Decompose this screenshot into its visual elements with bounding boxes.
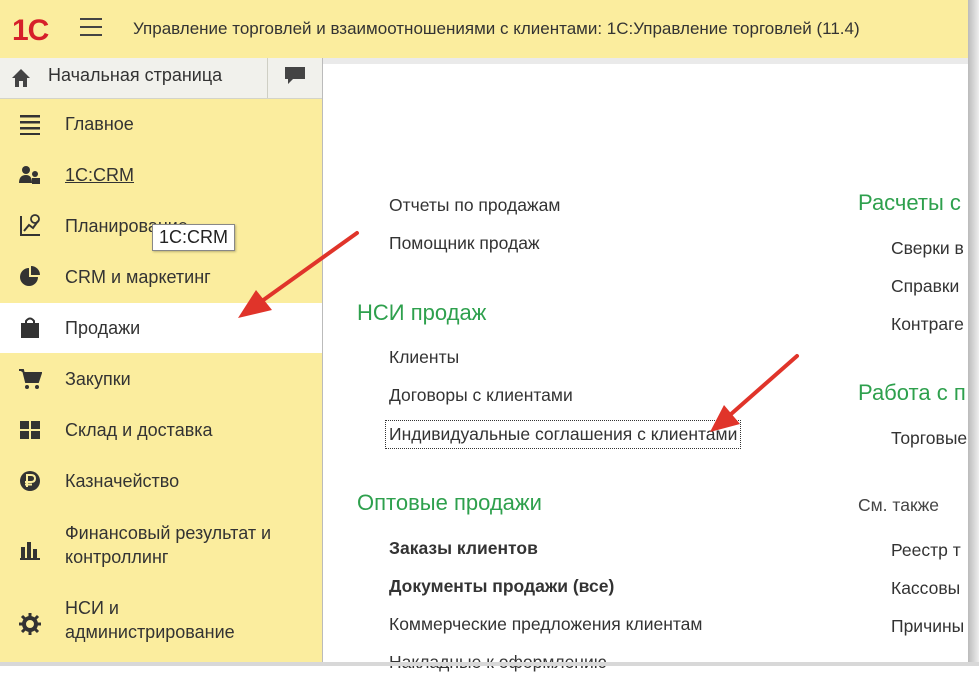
sidebar-item-label: Продажи — [65, 318, 141, 338]
sidebar: Главное 1C:CRM Планирование CRM и маркет… — [0, 99, 322, 666]
1c-logo[interactable]: 1С — [12, 14, 49, 48]
sidebar-item-label: CRM и маркетинг — [65, 267, 211, 287]
link-registry[interactable]: Реестр т — [891, 540, 961, 561]
home-icon[interactable] — [10, 67, 32, 89]
link-trade[interactable]: Торговые — [891, 428, 967, 449]
label-line-1: НСИ и — [65, 598, 119, 618]
title-bar: 1С Управление торговлей и взаимоотношени… — [0, 0, 968, 59]
sidebar-item-purchases[interactable]: Закупки — [0, 354, 322, 404]
link-client-orders[interactable]: Заказы клиентов — [389, 538, 538, 559]
see-also-label: См. также — [858, 495, 940, 515]
logo-text: 1С — [12, 14, 49, 47]
sidebar-item-label: Казначейство — [65, 471, 180, 491]
label-line-2: администрирование — [65, 622, 235, 642]
section-title-work-with: Работа с п — [858, 380, 966, 405]
link-client-contracts[interactable]: Договоры с клиентами — [389, 385, 573, 406]
link-sales-assistant[interactable]: Помощник продаж — [389, 233, 540, 254]
link-references[interactable]: Справки — [891, 276, 959, 297]
divider — [267, 58, 268, 98]
window-shadow-bottom — [0, 662, 979, 666]
gear-icon — [19, 613, 41, 635]
list-icon — [20, 115, 40, 135]
section-title-settlements: Расчеты с — [858, 190, 961, 215]
link-reasons[interactable]: Причины — [891, 616, 964, 637]
link-sales-reports[interactable]: Отчеты по продажам — [389, 195, 560, 216]
sidebar-item-crm-marketing[interactable]: CRM и маркетинг — [0, 252, 322, 302]
tab-strip — [323, 58, 969, 64]
section-title-nsi-sales: НСИ продаж — [357, 300, 487, 325]
planning-icon — [20, 214, 40, 236]
sidebar-item-label: 1C:CRM — [65, 165, 135, 185]
main-panel: Отчеты по продажам Помощник продаж НСИ п… — [322, 58, 969, 672]
link-clients[interactable]: Клиенты — [389, 347, 459, 368]
pie-chart-icon — [20, 266, 40, 286]
link-individual-agreements[interactable]: Индивидуальные соглашения с клиентами — [384, 420, 742, 449]
cart-icon — [19, 369, 42, 389]
sidebar-item-financial-result[interactable]: Финансовый результат и контроллинг — [0, 519, 322, 579]
label-line-2: контроллинг — [65, 547, 169, 567]
sidebar-item-label: Главное — [65, 114, 134, 134]
home-bar: Начальная страница — [0, 58, 322, 99]
section-title-wholesale: Оптовые продажи — [357, 490, 542, 515]
app-title: Управление торговлей и взаимоотношениями… — [133, 19, 860, 38]
ruble-icon — [20, 471, 40, 491]
link-cash[interactable]: Кассовы — [891, 578, 960, 599]
sidebar-item-treasury[interactable]: Казначейство — [0, 456, 322, 506]
sidebar-item-label: Склад и доставка — [65, 420, 213, 440]
tooltip: 1C:CRM — [152, 224, 236, 251]
window-shadow — [968, 0, 979, 666]
sidebar-item-warehouse[interactable]: Склад и доставка — [0, 405, 322, 455]
sidebar-item-sales[interactable]: Продажи — [0, 303, 322, 353]
warehouse-grid-icon — [20, 421, 40, 439]
users-icon — [19, 166, 40, 184]
label-line-1: Финансовый результат и — [65, 523, 272, 543]
shopping-bag-icon — [21, 317, 39, 338]
link-counterparties[interactable]: Контраге — [891, 314, 964, 335]
link-sales-documents[interactable]: Документы продажи (все) — [389, 576, 614, 597]
link-reconciliations[interactable]: Сверки в — [891, 238, 964, 259]
sidebar-item-label: НСИ и администрирование — [65, 596, 235, 644]
sidebar-item-main[interactable]: Главное — [0, 99, 322, 149]
discussions-icon[interactable] — [283, 64, 307, 88]
bar-chart-icon — [20, 542, 40, 560]
menu-icon[interactable] — [80, 18, 102, 38]
sidebar-item-nsi-admin[interactable]: НСИ и администрирование — [0, 594, 322, 654]
sidebar-item-label: Закупки — [65, 369, 131, 389]
sidebar-item-label: Финансовый результат и контроллинг — [65, 521, 271, 569]
sidebar-item-crm[interactable]: 1C:CRM — [0, 150, 322, 200]
home-page-link[interactable]: Начальная страница — [48, 65, 222, 86]
link-commercial-offers[interactable]: Коммерческие предложения клиентам — [389, 614, 702, 635]
